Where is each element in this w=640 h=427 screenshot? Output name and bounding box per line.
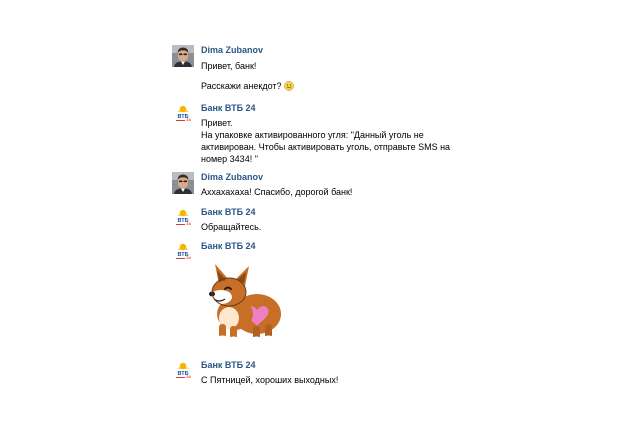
vtb24-logo-avatar-icon[interactable]: [172, 207, 194, 229]
message-content: Dima Zubanov Привет, банк! Расскажи анек…: [201, 45, 481, 92]
corgi-heart-sticker[interactable]: [199, 262, 285, 346]
message-text: номер 3434! ": [201, 154, 258, 164]
message-content: Банк ВТБ 24 С Пятницей, хороших выходных…: [201, 360, 481, 386]
message-text: Аххахахаха! Спасибо, дорогой банк!: [201, 187, 353, 197]
sender-name-link[interactable]: Банк ВТБ 24: [201, 241, 481, 252]
sender-name-link[interactable]: Банк ВТБ 24: [201, 360, 481, 371]
message-text: Привет.: [201, 118, 233, 128]
message-content: Банк ВТБ 24 Привет. На упаковке активиро…: [201, 103, 481, 165]
message-text: активирован. Чтобы активировать уголь, о…: [201, 142, 451, 152]
message-text-with-emoji: Расскажи анекдот?: [201, 80, 481, 92]
sender-name-link[interactable]: Dima Zubanov: [201, 45, 481, 56]
message-content: Dima Zubanov Аххахахаха! Спасибо, дорого…: [201, 172, 481, 198]
user-avatar-icon[interactable]: [172, 172, 194, 194]
message-text: На упаковке активированного угля: "Данны…: [201, 130, 424, 140]
vtb24-logo-avatar-icon[interactable]: [172, 360, 194, 382]
message-text: Обращайтесь.: [201, 222, 262, 232]
vtb24-logo-avatar-icon[interactable]: [172, 241, 194, 263]
message-text: Привет, банк!: [201, 61, 257, 71]
sender-name-link[interactable]: Dima Zubanov: [201, 172, 481, 183]
message-content: Банк ВТБ 24 Обращайтесь.: [201, 207, 481, 233]
user-avatar-icon[interactable]: [172, 45, 194, 67]
sender-name-link[interactable]: Банк ВТБ 24: [201, 103, 481, 114]
message-content: Банк ВТБ 24: [201, 241, 481, 252]
slightly-smiling-face-icon: [283, 81, 294, 91]
message-text: Расскажи анекдот?: [201, 81, 282, 91]
message-text: С Пятницей, хороших выходных!: [201, 375, 339, 385]
vtb24-logo-avatar-icon[interactable]: [172, 103, 194, 125]
sender-name-link[interactable]: Банк ВТБ 24: [201, 207, 481, 218]
